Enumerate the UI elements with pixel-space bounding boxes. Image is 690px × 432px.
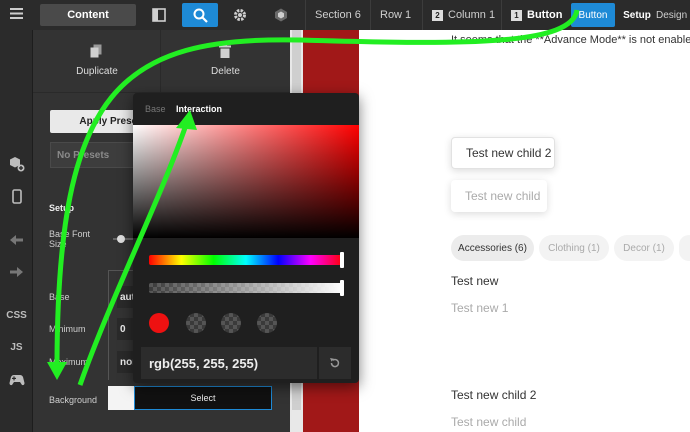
mobile-device-icon[interactable] [0, 185, 33, 207]
filter-pill-accessories[interactable]: Accessories (6) [451, 235, 534, 261]
setup-heading: Setup [49, 203, 75, 213]
tab-interaction[interactable]: Interaction [176, 104, 222, 114]
canvas-text-test-new: Test new [451, 274, 499, 288]
swatch-transparent-3[interactable] [257, 313, 277, 333]
alpha-slider-handle[interactable] [340, 280, 344, 296]
active-element-label: Button [578, 9, 608, 21]
gamepad-icon[interactable] [0, 369, 33, 391]
pill-clothing-label: Clothing (1) [548, 242, 600, 254]
swatch-transparent-1[interactable] [186, 313, 206, 333]
setup-tab-label: Setup [623, 9, 651, 21]
canvas-text-child: Test new child [451, 415, 527, 429]
breadcrumb-column-label: Column 1 [448, 9, 496, 21]
breadcrumb-section-label: Section 6 [315, 9, 361, 21]
undo-icon[interactable] [0, 229, 33, 251]
base-font-slider-handle[interactable] [117, 235, 125, 243]
duplicate-button[interactable]: Duplicate [33, 30, 161, 93]
hue-slider-handle[interactable] [340, 252, 344, 268]
filter-pill-decor[interactable]: Decor (1) [614, 235, 674, 261]
saturation-brightness-area[interactable] [133, 125, 359, 238]
add-element-icon[interactable] [0, 153, 33, 175]
card2-label: Test new child [465, 189, 541, 203]
background-select-button[interactable]: Select [134, 386, 272, 410]
duplicate-icon [90, 44, 102, 58]
base-font-label-line2: Size [49, 239, 67, 249]
minimum-value: 0 [120, 323, 126, 335]
color-value-text: rgb(255, 255, 255) [149, 355, 259, 371]
setup-tab[interactable]: Setup [619, 0, 655, 30]
gear-icon[interactable] [227, 0, 253, 30]
swatch-red[interactable] [149, 313, 169, 333]
search-icon[interactable] [182, 3, 218, 27]
breadcrumb-row-label: Row 1 [380, 9, 412, 21]
minimum-label: Minimum [49, 324, 86, 334]
canvas-button-child[interactable]: Test new child [451, 180, 547, 212]
content-tab-label: Content [67, 9, 109, 21]
top-toolbar: Content Section 6 Row 1 2 Column 1 1 Butto… [0, 0, 690, 30]
pill-decor-label: Decor (1) [623, 242, 665, 254]
active-element-tab[interactable]: Button [571, 3, 615, 27]
canvas-button-child-2[interactable]: Test new child 2 [451, 137, 555, 169]
redo-icon[interactable] [0, 261, 33, 283]
filter-pill-overflow[interactable] [679, 235, 690, 261]
content-tab[interactable]: Content [40, 4, 136, 26]
maximum-label: Maximum [49, 357, 89, 367]
js-button[interactable]: JS [0, 336, 33, 358]
color-picker-popup: Base Interaction rgb(255, 255, 255) [133, 93, 359, 383]
card1-label: Test new child 2 [466, 146, 552, 160]
filter-pill-clothing[interactable]: Clothing (1) [539, 235, 609, 261]
breadcrumb-column[interactable]: 2 Column 1 [422, 0, 504, 30]
base-font-size-label: Base Font Size [49, 229, 90, 249]
background-label: Background [49, 395, 98, 405]
background-select-label: Select [190, 393, 216, 403]
swatch-transparent-2[interactable] [221, 313, 241, 333]
reset-color-button[interactable] [319, 347, 351, 379]
breadcrumb-button[interactable]: 1 Button [501, 0, 571, 30]
cube-badge-icon[interactable] [268, 0, 294, 30]
layout-panel-icon[interactable] [146, 0, 172, 30]
breadcrumb-section[interactable]: Section 6 [305, 0, 370, 30]
alpha-slider-fill [149, 283, 343, 293]
canvas-text-test-new-1: Test new 1 [451, 301, 509, 315]
menu-icon[interactable] [0, 2, 33, 24]
pill-accessories-label: Accessories (6) [458, 242, 527, 254]
column-number-badge: 2 [432, 9, 443, 21]
css-label: CSS [6, 309, 27, 321]
button-number-badge: 1 [511, 9, 522, 21]
background-color-preview[interactable] [108, 386, 134, 410]
icon-rail: CSS JS [0, 7, 33, 432]
design-tab[interactable]: Design [656, 0, 690, 30]
breadcrumb-row[interactable]: Row 1 [370, 0, 420, 30]
design-tab-label: Design [656, 9, 688, 21]
apply-preset-label: Apply Preset [79, 116, 141, 127]
canvas-text-child-2: Test new child 2 [451, 388, 537, 402]
advanced-mode-notice: It seems that the **Advance Mode** is no… [451, 34, 690, 46]
base-label: Base [49, 292, 70, 302]
base-font-label-line1: Base Font [49, 229, 91, 239]
delete-label: Delete [211, 66, 240, 77]
css-button[interactable]: CSS [0, 304, 33, 326]
js-label: JS [10, 341, 23, 353]
color-value-input[interactable]: rgb(255, 255, 255) [141, 347, 317, 379]
presets-placeholder: No Presets [57, 149, 110, 161]
trash-icon [219, 44, 231, 58]
reset-icon [330, 358, 340, 368]
duplicate-label: Duplicate [76, 66, 118, 77]
breadcrumb-button-label: Button [527, 9, 563, 21]
delete-button[interactable]: Delete [161, 30, 290, 93]
hue-slider[interactable] [149, 255, 343, 265]
tab-base[interactable]: Base [145, 104, 166, 114]
